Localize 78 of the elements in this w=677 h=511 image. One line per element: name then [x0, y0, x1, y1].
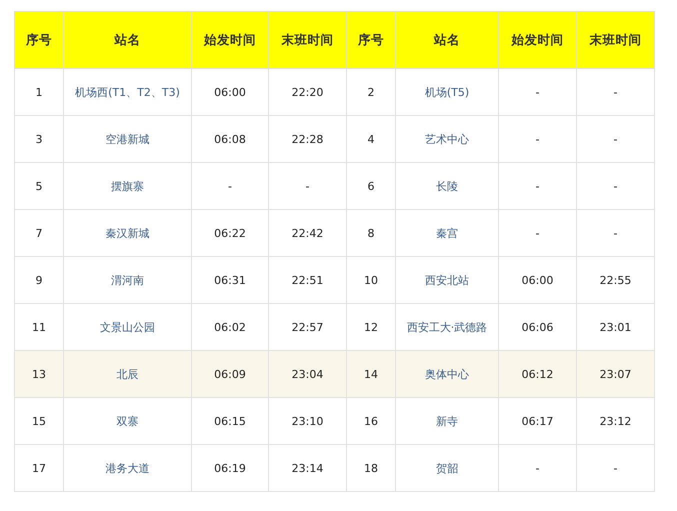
- station-link[interactable]: 新寺: [436, 414, 458, 428]
- station-link[interactable]: 奥体中心: [425, 368, 469, 380]
- table-cell: -: [576, 116, 654, 162]
- table-cell: 06:15: [192, 398, 268, 444]
- station-link[interactable]: 秦宫: [436, 226, 458, 240]
- column-header: 序号: [346, 12, 396, 68]
- table-cell: -: [192, 162, 268, 210]
- table-cell: 13: [14, 350, 64, 398]
- table-cell: 06:06: [498, 304, 576, 350]
- table-cell: -: [576, 210, 654, 256]
- table-cell: 22:51: [268, 256, 346, 304]
- table-cell: 23:01: [576, 304, 654, 350]
- table-cell: 23:10: [268, 398, 346, 444]
- table-cell: 22:28: [268, 116, 346, 162]
- table-cell: 06:12: [498, 350, 576, 398]
- table-cell: 16: [346, 398, 396, 444]
- table-cell: 4: [346, 116, 396, 162]
- table-cell: 9: [14, 256, 64, 304]
- table-cell: 06:00: [498, 256, 576, 304]
- table-cell: 23:12: [576, 398, 654, 444]
- column-header: 站名: [64, 12, 192, 68]
- table-cell: 06:31: [192, 256, 268, 304]
- table-cell: -: [576, 68, 654, 116]
- table-cell: 23:04: [268, 350, 346, 398]
- table-cell: -: [498, 210, 576, 256]
- station-link[interactable]: 渭河南: [111, 274, 144, 286]
- column-header: 末班时间: [268, 12, 346, 68]
- column-header: 序号: [14, 12, 64, 68]
- column-header: 末班时间: [576, 12, 654, 68]
- table-cell: 06:17: [498, 398, 576, 444]
- table-cell: 15: [14, 398, 64, 444]
- table-cell: 6: [346, 162, 396, 210]
- table-cell: 5: [14, 162, 64, 210]
- table-cell: 18: [346, 444, 396, 492]
- table-cell: 06:09: [192, 350, 268, 398]
- table-cell: 06:22: [192, 210, 268, 256]
- table-cell: 14: [346, 350, 396, 398]
- column-header: 站名: [396, 12, 498, 68]
- station-link[interactable]: 文景山公园: [100, 320, 155, 334]
- table-cell: -: [498, 116, 576, 162]
- table-cell: 23:07: [576, 350, 654, 398]
- table-cell: 1: [14, 68, 64, 116]
- table-cell: 23:14: [268, 444, 346, 492]
- table-cell: -: [498, 68, 576, 116]
- station-link[interactable]: 双寨: [116, 414, 138, 428]
- table-cell: 06:00: [192, 68, 268, 116]
- table-cell: 06:08: [192, 116, 268, 162]
- table-cell: 12: [346, 304, 396, 350]
- table-cell: 22:57: [268, 304, 346, 350]
- station-link[interactable]: 西安北站: [425, 274, 469, 286]
- table-cell: 10: [346, 256, 396, 304]
- table-cell: 2: [346, 68, 396, 116]
- table-cell: 3: [14, 116, 64, 162]
- station-link[interactable]: 摆旗寨: [111, 180, 144, 192]
- column-header: 始发时间: [498, 12, 576, 68]
- table-cell: 8: [346, 210, 396, 256]
- table-cell: 11: [14, 304, 64, 350]
- station-link[interactable]: 长陵: [436, 180, 458, 192]
- station-link[interactable]: 贺韶: [436, 462, 458, 474]
- station-link[interactable]: 艺术中心: [425, 132, 469, 146]
- table-cell: 22:42: [268, 210, 346, 256]
- column-header: 始发时间: [192, 12, 268, 68]
- table-cell: 17: [14, 444, 64, 492]
- table-cell: 7: [14, 210, 64, 256]
- station-link[interactable]: 空港新城: [106, 132, 150, 146]
- station-link[interactable]: 北辰: [116, 368, 138, 380]
- station-link[interactable]: 港务大道: [106, 462, 150, 474]
- station-link[interactable]: 机场(T5): [424, 86, 470, 98]
- table-cell: 22:55: [576, 256, 654, 304]
- table-cell: -: [268, 162, 346, 210]
- table-cell: 06:19: [192, 444, 268, 492]
- table-cell: -: [576, 444, 654, 492]
- table-cell: -: [498, 162, 576, 210]
- table-cell: 06:02: [192, 304, 268, 350]
- table-cell: -: [576, 162, 654, 210]
- station-link[interactable]: 秦汉新城: [106, 226, 150, 240]
- table-cell: -: [498, 444, 576, 492]
- table-cell: 22:20: [268, 68, 346, 116]
